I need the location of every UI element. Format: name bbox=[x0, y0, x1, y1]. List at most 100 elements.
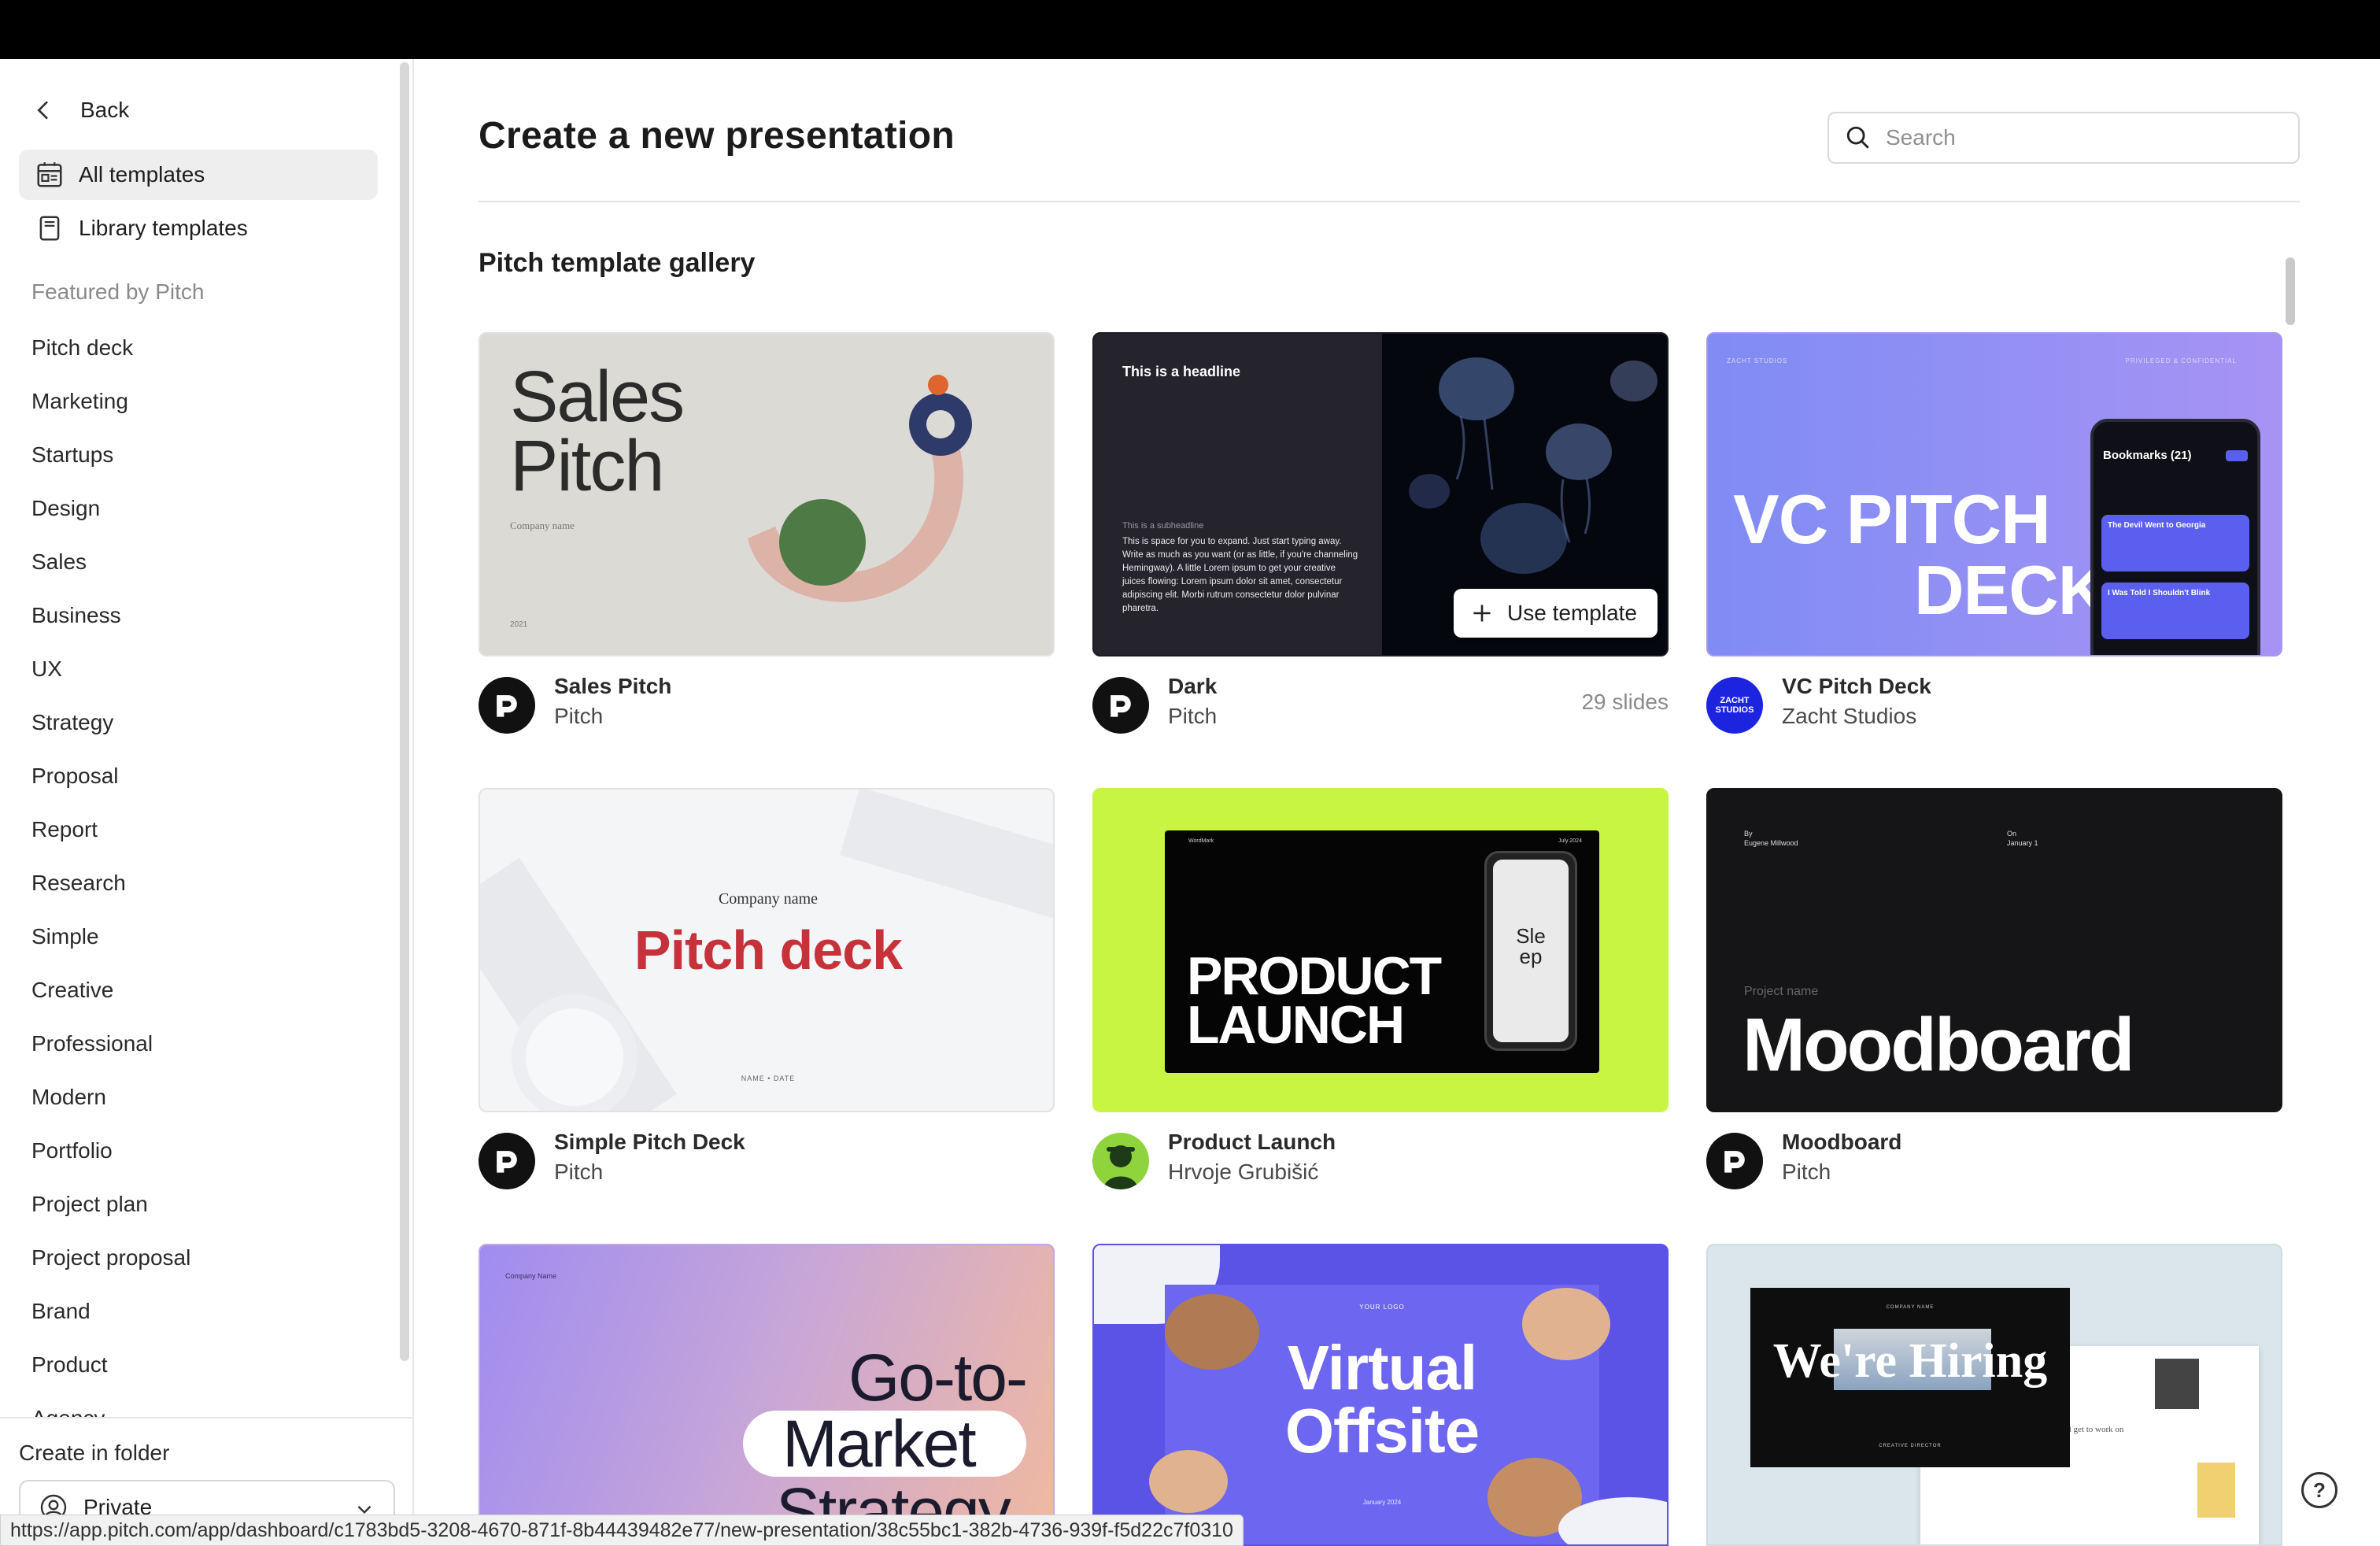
section-label-featured: Featured by Pitch bbox=[31, 279, 205, 304]
thumb-title-line1: PRODUCT bbox=[1187, 946, 1442, 1006]
template-card-sales-pitch[interactable]: Sales Pitch Company name 2021 Sales Pitc… bbox=[479, 332, 1055, 743]
pitch-logo-icon bbox=[1724, 1151, 1745, 1173]
header-divider bbox=[479, 201, 2300, 202]
person-silhouette-icon bbox=[1103, 1145, 1138, 1189]
window-top-bar bbox=[0, 0, 2380, 59]
template-thumbnail[interactable]: By Eugene Millwood On January 1 Project … bbox=[1706, 788, 2282, 1112]
sidebar: Back All templates Library templates Fea… bbox=[0, 59, 414, 1546]
thumb-title-line1: Sales bbox=[510, 357, 685, 437]
template-author: Hrvoje Grubišić bbox=[1168, 1160, 1319, 1184]
category-portfolio[interactable]: Portfolio bbox=[31, 1135, 113, 1167]
thumb-on-label: On bbox=[2007, 830, 2017, 838]
use-template-button[interactable]: Use template bbox=[1454, 589, 1658, 638]
search-input[interactable] bbox=[1886, 125, 2279, 150]
main-scrollbar[interactable] bbox=[2286, 257, 2295, 325]
avatar-text-line1: ZACHT bbox=[1720, 696, 1750, 705]
category-proposal[interactable]: Proposal bbox=[31, 760, 119, 792]
template-card-were-hiring[interactable]: I'll get to work on COMPANY NAME We're H… bbox=[1706, 1244, 2282, 1546]
category-report[interactable]: Report bbox=[31, 814, 98, 845]
template-card-virtual-offsite[interactable]: YOUR LOGO Virtual Offsite January 2024 bbox=[1092, 1244, 1669, 1546]
thumb-confidential: PRIVILEGED & CONFIDENTIAL bbox=[2125, 357, 2237, 364]
template-thumbnail[interactable]: Company name Pitch deck NAME • DATE bbox=[479, 788, 1055, 1112]
template-card-moodboard[interactable]: By Eugene Millwood On January 1 Project … bbox=[1706, 788, 2282, 1199]
thumb-title-line2: Pitch bbox=[510, 426, 665, 506]
thumb-title-line1: Go-to- bbox=[848, 1341, 1028, 1415]
thumb-company: Company name bbox=[718, 890, 819, 908]
category-project-plan[interactable]: Project plan bbox=[31, 1189, 148, 1220]
template-card-product-launch[interactable]: WordMark July 2024 PRODUCT LAUNCH Sle ep… bbox=[1092, 788, 1669, 1199]
thumb-by-label: By bbox=[1744, 830, 1753, 838]
category-marketing[interactable]: Marketing bbox=[31, 386, 128, 417]
pitch-logo-avatar bbox=[479, 677, 535, 734]
template-card-simple-pitch-deck[interactable]: Company name Pitch deck NAME • DATE Simp… bbox=[479, 788, 1055, 1199]
category-research[interactable]: Research bbox=[31, 867, 126, 899]
sidebar-item-library-templates[interactable]: Library templates bbox=[19, 203, 378, 253]
back-label: Back bbox=[80, 98, 130, 122]
template-thumbnail[interactable]: Company Name Go-to- Market Strategy bbox=[479, 1244, 1055, 1546]
category-creative[interactable]: Creative bbox=[31, 975, 113, 1006]
template-name[interactable]: Simple Pitch Deck bbox=[554, 1130, 745, 1155]
thumb-title-line2: Market bbox=[782, 1407, 977, 1481]
main-content: Create a new presentation Pitch template… bbox=[416, 59, 2380, 1546]
thumb-project: Project name bbox=[1744, 985, 1819, 998]
template-name[interactable]: Moodboard bbox=[1782, 1130, 1901, 1155]
template-name[interactable]: Product Launch bbox=[1168, 1130, 1336, 1155]
category-product[interactable]: Product bbox=[31, 1349, 108, 1381]
thumb-subheadline: This is a subheadline bbox=[1122, 521, 1204, 531]
thumb-title-line2: DECK bbox=[1914, 551, 2108, 629]
thumb-company: COMPANY NAME bbox=[1886, 1305, 1935, 1310]
pitch-logo-avatar bbox=[479, 1133, 535, 1189]
category-ux[interactable]: UX bbox=[31, 653, 62, 685]
category-design[interactable]: Design bbox=[31, 493, 100, 524]
category-pitch-deck[interactable]: Pitch deck bbox=[31, 332, 133, 364]
category-professional[interactable]: Professional bbox=[31, 1028, 153, 1060]
sidebar-item-all-templates[interactable]: All templates bbox=[19, 150, 378, 200]
template-name[interactable]: Dark bbox=[1168, 674, 1217, 699]
folder-label: Create in folder bbox=[19, 1441, 170, 1465]
chevron-left-icon bbox=[37, 101, 48, 120]
template-thumbnail[interactable]: This is a headline This is a subheadline… bbox=[1092, 332, 1669, 656]
template-name[interactable]: Sales Pitch bbox=[554, 674, 671, 699]
category-simple[interactable]: Simple bbox=[31, 921, 99, 952]
back-button[interactable]: Back bbox=[31, 91, 129, 130]
hand-emoji-illustrations bbox=[1149, 1288, 1667, 1544]
category-sales[interactable]: Sales bbox=[31, 546, 87, 578]
template-card-vc-pitch-deck[interactable]: ZACHT STUDIOS PRIVILEGED & CONFIDENTIAL … bbox=[1706, 332, 2282, 743]
template-card-go-to-market[interactable]: Company Name Go-to- Market Strategy bbox=[479, 1244, 1055, 1546]
template-thumbnail[interactable]: WordMark July 2024 PRODUCT LAUNCH Sle ep bbox=[1092, 788, 1669, 1112]
thumb-top-right: July 2024 bbox=[1558, 838, 1582, 844]
sidebar-item-label: All templates bbox=[79, 162, 205, 187]
template-thumbnail[interactable]: I'll get to work on COMPANY NAME We're H… bbox=[1706, 1244, 2282, 1546]
template-name[interactable]: VC Pitch Deck bbox=[1782, 674, 1931, 699]
template-thumbnail[interactable]: Sales Pitch Company name 2021 bbox=[479, 332, 1055, 656]
category-startups[interactable]: Startups bbox=[31, 439, 113, 471]
phone-mockup: Bookmarks (21) The Devil Went to Georgia… bbox=[2090, 419, 2260, 655]
template-thumbnail[interactable]: ZACHT STUDIOS PRIVILEGED & CONFIDENTIAL … bbox=[1706, 332, 2282, 656]
use-template-label: Use template bbox=[1507, 601, 1637, 625]
pitch-logo-icon bbox=[497, 1151, 517, 1173]
templates-icon bbox=[37, 162, 62, 187]
abstract-sculpture-image bbox=[748, 375, 972, 602]
slide-count: 29 slides bbox=[1581, 690, 1669, 714]
thumb-year: 2021 bbox=[510, 620, 528, 629]
thumb-headline: This is a headline bbox=[1122, 364, 1241, 379]
sidebar-item-label: Library templates bbox=[79, 216, 248, 240]
template-thumbnail[interactable]: YOUR LOGO Virtual Offsite January 2024 bbox=[1092, 1244, 1669, 1546]
library-icon bbox=[39, 216, 60, 241]
template-card-dark[interactable]: This is a headline This is a subheadline… bbox=[1092, 332, 1669, 743]
category-brand[interactable]: Brand bbox=[31, 1296, 91, 1327]
template-author: Pitch bbox=[554, 704, 604, 728]
search-box[interactable] bbox=[1828, 112, 2300, 164]
category-strategy[interactable]: Strategy bbox=[31, 707, 113, 738]
pitch-logo-icon bbox=[1111, 695, 1131, 717]
thumb-title: We're Hiring bbox=[1772, 1334, 2048, 1388]
thumb-footer: NAME • DATE bbox=[741, 1074, 796, 1082]
category-modern[interactable]: Modern bbox=[31, 1082, 106, 1113]
help-button[interactable]: ? bbox=[2301, 1472, 2338, 1508]
sidebar-scrollbar[interactable] bbox=[400, 62, 409, 1361]
category-business[interactable]: Business bbox=[31, 600, 121, 631]
template-author: Pitch bbox=[1168, 704, 1218, 728]
thumb-company: Company name bbox=[510, 520, 575, 531]
phone-item-1: The Devil Went to Georgia bbox=[2108, 521, 2206, 530]
category-project-proposal[interactable]: Project proposal bbox=[31, 1242, 190, 1274]
